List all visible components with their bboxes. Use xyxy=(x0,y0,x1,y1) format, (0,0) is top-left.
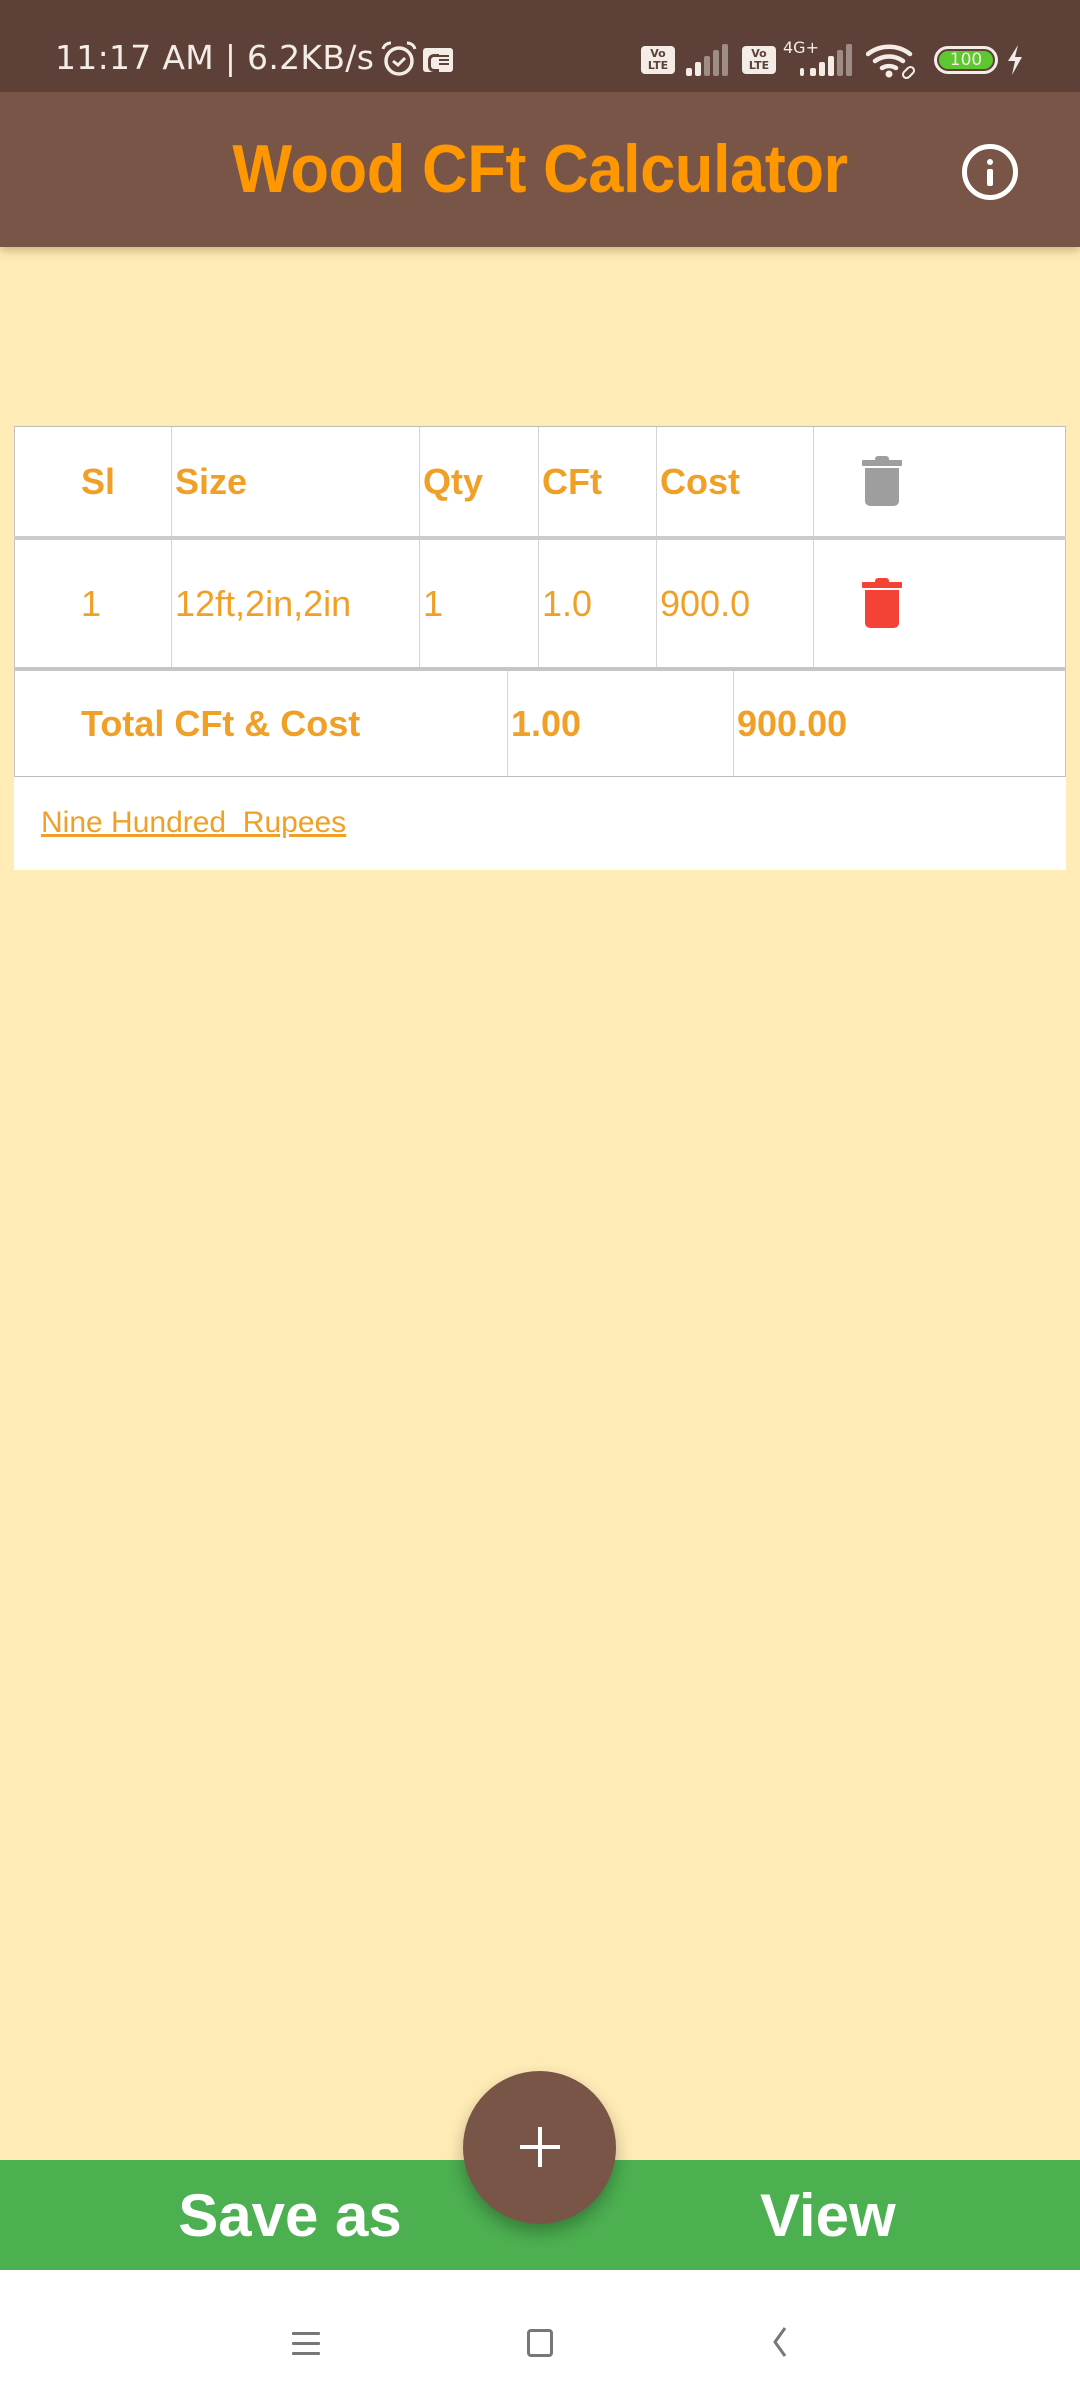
total-cft: 1.00 xyxy=(507,671,733,776)
news-icon xyxy=(423,48,453,72)
battery-icon: 100 xyxy=(934,46,998,74)
row-qty: 1 xyxy=(419,540,538,667)
add-item-fab[interactable] xyxy=(463,2071,616,2224)
volte-icon: Vo LTE xyxy=(641,46,675,74)
4g-signal-icon xyxy=(800,44,852,76)
alarm-icon xyxy=(381,41,417,76)
row-size: 12ft,2in,2in xyxy=(171,540,419,667)
row-sl: 1 xyxy=(14,540,171,667)
status-time-speed: 11:17 AM | 6.2KB/s xyxy=(55,38,375,77)
info-icon[interactable] xyxy=(962,144,1018,200)
back-icon[interactable] xyxy=(769,2326,789,2358)
header-cost: Cost xyxy=(656,427,813,536)
view-button[interactable]: View xyxy=(580,2160,1080,2270)
header-size: Size xyxy=(171,427,419,536)
app-title: Wood CFt Calculator xyxy=(232,131,848,207)
menu-icon[interactable] xyxy=(292,2332,320,2356)
row-cft: 1.0 xyxy=(538,540,656,667)
header-sl: Sl xyxy=(14,427,171,536)
status-bar: 11:17 AM | 6.2KB/s Vo LTE Vo LTE 4G+ 100 xyxy=(0,0,1080,92)
total-row: Total CFt & Cost 1.00 900.00 xyxy=(14,667,1066,777)
battery-level: 100 xyxy=(939,51,993,69)
amount-in-words-link[interactable]: Nine Hundred Rupees xyxy=(41,806,346,840)
signal-icon xyxy=(686,44,728,76)
row-delete-cell xyxy=(813,540,1066,667)
home-icon[interactable] xyxy=(527,2329,553,2357)
trash-icon[interactable] xyxy=(862,455,902,508)
app-bar: Wood CFt Calculator xyxy=(0,92,1080,247)
wifi-icon xyxy=(866,44,916,80)
charging-icon xyxy=(1008,45,1022,75)
table-header-row: Sl Size Qty CFt Cost xyxy=(14,426,1066,536)
total-cost: 900.00 xyxy=(733,671,1066,776)
header-qty: Qty xyxy=(419,427,538,536)
row-cost: 900.0 xyxy=(656,540,813,667)
cft-table: Sl Size Qty CFt Cost 1 12ft,2in,2in 1 1.… xyxy=(14,426,1066,870)
total-label: Total CFt & Cost xyxy=(14,671,507,776)
system-nav-bar xyxy=(0,2270,1080,2400)
header-cft: CFt xyxy=(538,427,656,536)
header-delete-cell xyxy=(813,427,1066,536)
trash-icon[interactable] xyxy=(862,577,902,630)
amount-in-words-row: Nine Hundred Rupees xyxy=(14,777,1066,870)
table-row[interactable]: 1 12ft,2in,2in 1 1.0 900.0 xyxy=(14,536,1066,667)
volte-icon: Vo LTE xyxy=(742,46,776,74)
